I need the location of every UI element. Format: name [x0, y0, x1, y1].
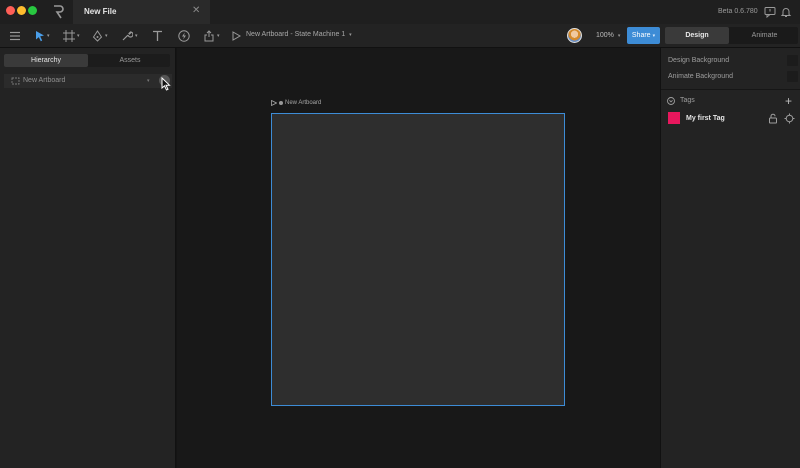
select-tool-button[interactable]: ▾: [35, 28, 50, 44]
text-tool-button[interactable]: [152, 28, 163, 44]
minimize-window-button[interactable]: [17, 6, 26, 15]
share-button-label: Share: [631, 32, 651, 39]
tab-hierarchy[interactable]: Hierarchy: [4, 54, 88, 67]
share-caret: ▾: [652, 32, 656, 39]
file-tab[interactable]: New File ✕: [73, 0, 210, 24]
unlock-icon[interactable]: [768, 113, 778, 124]
hierarchy-row-label: New Artboard: [23, 77, 66, 84]
design-background-label: Design Background: [668, 57, 730, 64]
hierarchy-row-artboard[interactable]: New Artboard ▾: [4, 74, 172, 88]
add-tag-button[interactable]: +: [785, 95, 792, 107]
artboard-state-machine-selector[interactable]: New Artboard - State Machine 1 ▾: [246, 31, 352, 38]
avatar[interactable]: [567, 28, 582, 43]
zoom-selector[interactable]: 100% ▾: [596, 32, 620, 39]
wrench-icon: [122, 31, 133, 41]
feedback-icon[interactable]: [764, 6, 776, 18]
hierarchy-row-caret[interactable]: ▾: [147, 78, 150, 84]
pointer-icon: [36, 31, 44, 42]
export-tool-button[interactable]: ▾: [203, 28, 220, 44]
artboard-tool-caret: ▾: [77, 33, 80, 39]
artboard-play-icon[interactable]: [271, 100, 277, 106]
shape-tool-caret: ▾: [135, 33, 138, 39]
artboard-state-machine-label: New Artboard - State Machine 1: [246, 31, 346, 38]
toolbar: ▾ ▾ ▾ ▾ ▾ New Artboard - State Machine 1…: [0, 24, 800, 48]
maximize-window-button[interactable]: [28, 6, 37, 15]
shape-tool-button[interactable]: ▾: [121, 28, 138, 44]
collapse-tags-icon[interactable]: [667, 97, 675, 105]
hamburger-icon: [10, 31, 20, 41]
artboard-canvas-name: New Artboard: [285, 100, 322, 106]
export-tool-caret: ▾: [217, 33, 220, 39]
artboard-selector-caret: ▾: [349, 32, 352, 38]
artboard[interactable]: [271, 113, 565, 406]
left-panel-tabs: Hierarchy Assets: [4, 54, 170, 67]
mouse-cursor-icon: [161, 77, 171, 91]
close-window-button[interactable]: [6, 6, 15, 15]
design-mode-tab[interactable]: Design: [665, 27, 729, 44]
animate-mode-tab[interactable]: Animate: [731, 27, 798, 44]
artboard-icon: [11, 77, 20, 85]
file-tab-label: New File: [84, 7, 117, 16]
close-tab-icon[interactable]: ✕: [192, 6, 200, 16]
animate-background-label: Animate Background: [668, 73, 733, 80]
text-icon: [153, 30, 162, 41]
menu-button[interactable]: [9, 28, 21, 44]
pen-tool-button[interactable]: ▾: [92, 28, 108, 44]
app-window: New File ✕ Beta 0.6.780 ▾ ▾ ▾ ▾ ▾ New Ar…: [0, 0, 800, 468]
frame-icon: [63, 30, 75, 42]
play-icon: [232, 31, 241, 41]
title-bar: New File ✕ Beta 0.6.780: [0, 0, 800, 24]
canvas-stage[interactable]: New Artboard: [177, 48, 660, 468]
export-icon: [204, 30, 214, 42]
animate-background-swatch[interactable]: [787, 71, 798, 82]
lightning-icon: [178, 30, 190, 42]
events-tool-button[interactable]: [178, 28, 190, 44]
rive-logo-icon[interactable]: [52, 5, 64, 19]
tags-header: Tags: [680, 97, 695, 104]
design-background-swatch[interactable]: [787, 55, 798, 66]
left-panel: Hierarchy Assets New Artboard ▾: [0, 48, 176, 468]
artboard-status-dot: [279, 101, 283, 105]
artboard-canvas-label[interactable]: New Artboard: [271, 100, 321, 106]
mode-switcher: Design Animate: [665, 27, 798, 44]
version-label: Beta 0.6.780: [718, 8, 758, 15]
right-panel: Design Background Animate Background Tag…: [660, 48, 800, 468]
zoom-caret: ▾: [617, 33, 621, 39]
pen-icon: [92, 30, 103, 42]
zoom-level: 100%: [596, 32, 614, 39]
bell-icon[interactable]: [780, 6, 792, 18]
share-button[interactable]: Share ▾: [627, 27, 660, 44]
play-button[interactable]: [232, 28, 241, 44]
tag-name[interactable]: My first Tag: [686, 115, 725, 122]
tab-assets[interactable]: Assets: [90, 54, 170, 67]
divider: [661, 89, 800, 90]
select-tool-caret: ▾: [47, 33, 50, 39]
pen-tool-caret: ▾: [105, 33, 108, 39]
artboard-tool-button[interactable]: ▾: [63, 28, 80, 44]
tag-color-swatch[interactable]: [668, 112, 680, 124]
target-icon[interactable]: [784, 113, 795, 124]
